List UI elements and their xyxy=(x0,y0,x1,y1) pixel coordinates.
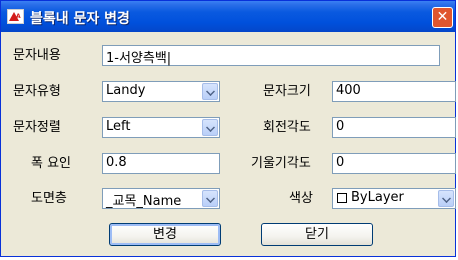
oblique-angle-value: 0 xyxy=(336,155,345,170)
window-title: 블록내 문자 변경 xyxy=(30,11,130,27)
text-content-input[interactable]: 1-서양측백| xyxy=(102,45,440,66)
close-icon: ✕ xyxy=(436,9,449,25)
justification-label: 문자정렬 xyxy=(13,120,61,135)
justification-select[interactable]: Left xyxy=(102,117,220,138)
rotation-input[interactable]: 0 xyxy=(332,117,456,138)
text-content-value: 1-서양측백| xyxy=(106,51,172,66)
oblique-angle-label: 기울기각도 xyxy=(251,156,311,171)
justification-dropdown-button[interactable] xyxy=(202,119,218,136)
text-content-label: 문자내용 xyxy=(13,48,61,63)
app-icon-text: A xyxy=(16,13,21,20)
close-button[interactable]: 닫기 xyxy=(261,223,373,246)
layer-label: 도면층 xyxy=(31,191,67,206)
text-style-select[interactable]: Landy xyxy=(102,81,220,102)
close-window-button[interactable]: ✕ xyxy=(432,7,453,28)
title-bar[interactable]: A 블록내 문자 변경 ✕ xyxy=(1,1,455,32)
text-size-input[interactable]: 400 xyxy=(332,81,456,102)
layer-select[interactable]: _교목_Name xyxy=(102,188,220,209)
chevron-down-icon xyxy=(206,194,215,203)
layer-dropdown-button[interactable] xyxy=(202,190,218,207)
rotation-label: 회전각도 xyxy=(263,120,311,135)
text-style-value: Landy xyxy=(106,83,146,98)
oblique-angle-input[interactable]: 0 xyxy=(332,153,456,174)
width-factor-value: 0.8 xyxy=(106,155,127,170)
text-style-label: 문자유형 xyxy=(13,84,61,99)
chevron-down-icon xyxy=(206,87,215,96)
color-select[interactable]: ByLayer xyxy=(332,188,456,209)
rotation-value: 0 xyxy=(336,119,345,134)
color-swatch xyxy=(337,193,347,203)
justification-value: Left xyxy=(106,119,131,134)
width-factor-input[interactable]: 0.8 xyxy=(102,153,220,174)
dialog-window: A 블록내 문자 변경 ✕ 문자내용 1-서양측백| 문자유형 Landy 문자… xyxy=(0,0,456,257)
chevron-down-icon xyxy=(442,194,451,203)
app-icon: A xyxy=(7,9,24,24)
width-factor-label: 폭 요인 xyxy=(31,156,72,171)
color-value: ByLayer xyxy=(351,190,404,205)
layer-value: _교목_Name xyxy=(106,194,182,209)
color-dropdown-button[interactable] xyxy=(438,190,454,207)
change-button[interactable]: 변경 xyxy=(109,223,221,246)
text-size-label: 문자크기 xyxy=(263,84,311,99)
text-style-dropdown-button[interactable] xyxy=(202,83,218,100)
text-size-value: 400 xyxy=(336,83,361,98)
color-label: 색상 xyxy=(289,191,313,206)
chevron-down-icon xyxy=(206,123,215,132)
